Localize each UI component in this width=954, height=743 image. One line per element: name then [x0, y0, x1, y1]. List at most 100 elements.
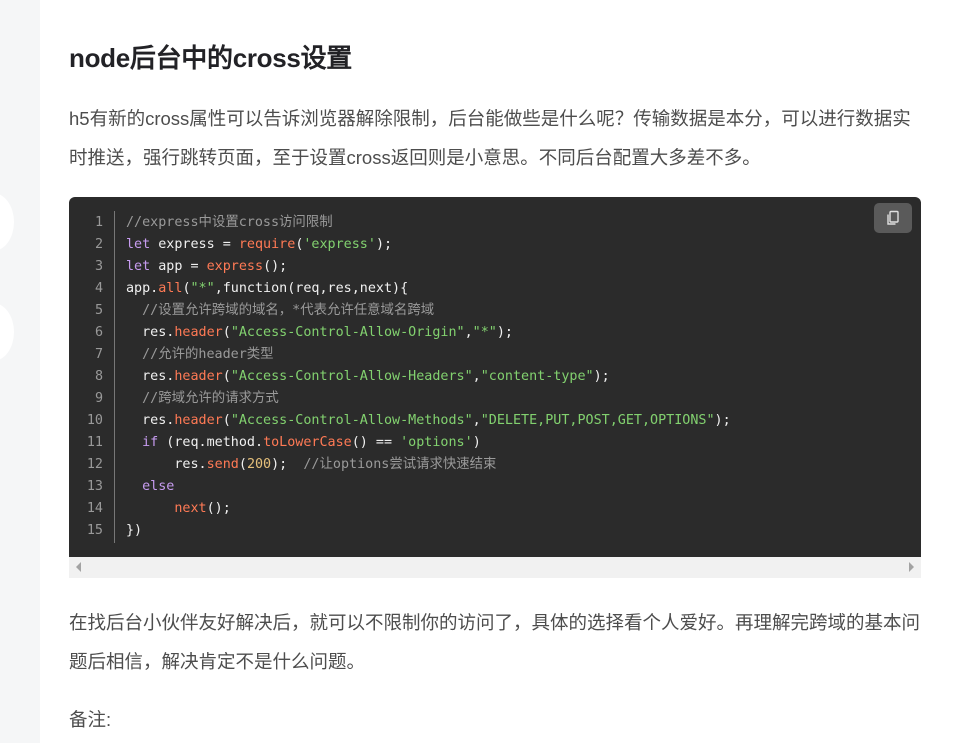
code-token: "Access-Control-Allow-Methods"	[230, 413, 473, 428]
line-number: 5	[94, 303, 103, 318]
code-text: res.header("Access-Control-Allow-Origin"…	[126, 322, 513, 344]
code-text: //允许的header类型	[126, 344, 274, 366]
code-token: //让options尝试请求快速结束	[303, 457, 497, 472]
line-number: 9	[94, 391, 103, 406]
code-line: 4 app.all("*",function(req,res,next){	[69, 278, 408, 300]
code-token: );	[714, 413, 731, 428]
code-text: //跨域允许的请求方式	[126, 388, 279, 410]
code-text: })	[126, 520, 142, 542]
line-number: 1	[94, 215, 103, 230]
code-token: (	[182, 281, 191, 296]
code-token: })	[126, 523, 143, 538]
line-number: 3	[94, 259, 103, 274]
line-number: 4	[94, 281, 103, 296]
copy-icon	[887, 210, 899, 225]
code-token: (	[238, 457, 247, 472]
code-token: "*"	[472, 325, 497, 340]
code-line: 3 let app = express();	[69, 256, 287, 278]
code-token: "Access-Control-Allow-Headers"	[230, 369, 473, 384]
note-label: 备注:	[69, 709, 112, 730]
code-token: ,	[464, 325, 473, 340]
code-line: 11 if (req.method.toLowerCase() == 'opti…	[69, 432, 481, 454]
code-token: send	[206, 457, 239, 472]
line-number: 2	[94, 237, 103, 252]
code-token: res.	[126, 369, 175, 384]
code-line: 15})	[69, 520, 142, 542]
side-float-button-top[interactable]	[0, 193, 14, 251]
code-token: header	[174, 325, 223, 340]
code-text: res.send(200); //让options尝试请求快速结束	[126, 454, 496, 476]
code-token: "Access-Control-Allow-Origin"	[230, 325, 465, 340]
code-text: next();	[126, 498, 231, 520]
code-line: 1 //express中设置cross访问限制	[69, 212, 333, 234]
code-block[interactable]: 1 //express中设置cross访问限制 2 let express = req…	[69, 197, 921, 557]
scroll-left-arrow-icon[interactable]	[76, 562, 81, 572]
code-token: ();	[263, 259, 288, 274]
horizontal-scrollbar[interactable]	[69, 557, 921, 578]
code-token: ,function(req,res,next){	[214, 281, 409, 296]
side-float-button-bottom[interactable]	[0, 303, 14, 361]
code-token: res.	[126, 413, 175, 428]
code-text: res.header("Access-Control-Allow-Headers…	[126, 366, 610, 388]
code-text: if (req.method.toLowerCase() == 'options…	[126, 432, 481, 454]
copy-code-button[interactable]	[874, 203, 912, 233]
line-number: 10	[86, 413, 103, 428]
code-token: );	[271, 457, 304, 472]
code-line: 6 res.header("Access-Control-Allow-Origi…	[69, 322, 513, 344]
line-number: 13	[86, 479, 103, 494]
line-number: 6	[94, 325, 103, 340]
code-token: all	[158, 281, 183, 296]
code-token: let	[126, 237, 151, 252]
code-token: next	[174, 501, 207, 516]
code-token: //设置允许跨域的域名，*代表允许任意域名跨域	[142, 303, 435, 318]
code-token: ();	[206, 501, 231, 516]
code-line: 10 res.header("Access-Control-Allow-Meth…	[69, 410, 731, 432]
code-token: (	[222, 325, 231, 340]
code-token: 200	[246, 457, 272, 472]
code-token: let	[126, 259, 151, 274]
code-token: (	[222, 369, 231, 384]
code-token: );	[375, 237, 393, 252]
code-line: 8 res.header("Access-Control-Allow-Heade…	[69, 366, 610, 388]
code-token: () ==	[351, 435, 401, 450]
code-token: app.	[126, 281, 159, 296]
code-token: (	[222, 413, 231, 428]
code-token: );	[593, 369, 610, 384]
line-number: 8	[94, 369, 103, 384]
code-token: //跨域允许的请求方式	[142, 391, 279, 406]
code-token: "content-type"	[480, 369, 594, 384]
code-token: )	[472, 435, 481, 450]
code-block-container: 1 //express中设置cross访问限制 2 let express = req…	[69, 197, 921, 578]
intro-paragraph: h5有新的cross属性可以告诉浏览器解除限制，后台能做些是什么呢？传输数据是本…	[69, 108, 911, 168]
code-token: //express中设置cross访问限制	[126, 215, 333, 230]
conclusion-paragraph: 在找后台小伙伴友好解决后，就可以不限制你的访问了，具体的选择看个人爱好。再理解完…	[69, 612, 921, 672]
code-lines: 1 //express中设置cross访问限制 2 let express = req…	[69, 212, 731, 542]
line-number: 11	[86, 435, 103, 450]
code-token: if	[142, 435, 159, 450]
code-line: 5 //设置允许跨域的域名，*代表允许任意域名跨域	[69, 300, 434, 322]
code-text: let app = express();	[126, 256, 287, 278]
code-token: 'express'	[303, 237, 376, 252]
code-token: express =	[150, 237, 239, 252]
code-line: 7 //允许的header类型	[69, 344, 274, 366]
scroll-right-arrow-icon[interactable]	[909, 562, 914, 572]
code-token: app =	[150, 259, 207, 274]
code-token: "*"	[190, 281, 215, 296]
line-number: 7	[94, 347, 103, 362]
line-number: 15	[86, 523, 103, 538]
code-line: 9 //跨域允许的请求方式	[69, 388, 279, 410]
code-token: else	[142, 479, 175, 494]
article-title: node后台中的cross设置	[69, 43, 352, 73]
code-token: express	[206, 259, 264, 274]
line-number-divider	[114, 211, 115, 543]
code-token: res.	[126, 457, 207, 472]
code-token: );	[496, 325, 513, 340]
code-token: require	[238, 237, 296, 252]
code-text: let express = require('express');	[126, 234, 392, 256]
code-line: 14 next();	[69, 498, 231, 520]
code-token: 'options'	[400, 435, 473, 450]
code-token: //允许的header类型	[142, 347, 274, 362]
